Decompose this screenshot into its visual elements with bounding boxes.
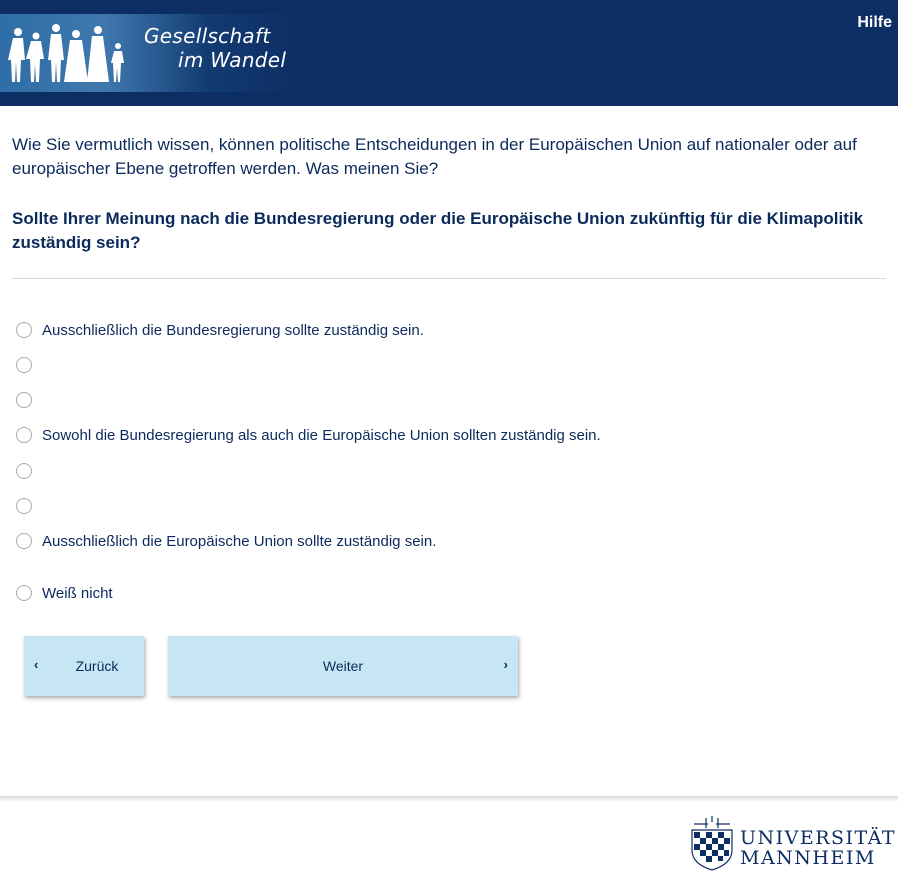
next-button-label: Weiter <box>322 658 364 674</box>
answer-option-6[interactable] <box>16 494 716 518</box>
chevron-left-icon: ‹ <box>34 657 39 672</box>
logo-text-line1: Gesellschaft <box>144 24 271 48</box>
radio-button[interactable] <box>16 498 32 514</box>
answer-option-label: Ausschließlich die Bundesregierung sollt… <box>42 321 424 339</box>
logo-text-line2: im Wandel <box>178 48 287 72</box>
answer-option-1[interactable]: Ausschließlich die Bundesregierung sollt… <box>16 318 716 342</box>
gesellschaft-im-wandel-logo: Gesellschaft im Wandel <box>0 14 300 92</box>
back-button[interactable]: ‹ Zurück <box>24 636 144 696</box>
answer-option-2[interactable] <box>16 353 716 377</box>
chevron-right-icon: › <box>503 657 508 672</box>
answer-option-dont-know[interactable]: Weiß nicht <box>16 581 716 605</box>
answer-option-5[interactable] <box>16 459 716 483</box>
divider <box>12 278 886 279</box>
answer-option-3[interactable] <box>16 388 716 412</box>
university-name: UNIVERSITÄT MANNHEIM <box>740 828 896 868</box>
help-link[interactable]: Hilfe <box>857 14 892 32</box>
radio-button[interactable] <box>16 533 32 549</box>
back-button-label: Zurück <box>75 658 119 674</box>
answer-option-label: Sowohl die Bundesregierung als auch die … <box>42 426 601 444</box>
answer-option-label: Weiß nicht <box>42 584 113 602</box>
people-silhouettes-icon <box>8 24 124 82</box>
radio-button[interactable] <box>16 585 32 601</box>
radio-button[interactable] <box>16 392 32 408</box>
radio-button[interactable] <box>16 357 32 373</box>
university-name-line1: UNIVERSITÄT <box>740 827 897 849</box>
radio-button[interactable] <box>16 322 32 338</box>
universitaet-mannheim-logo: UNIVERSITÄT MANNHEIM <box>686 814 895 874</box>
footer-divider <box>0 796 898 802</box>
next-button[interactable]: Weiter › <box>168 636 518 696</box>
page-header: Gesellschaft im Wandel Hilfe <box>0 0 898 106</box>
answer-option-7[interactable]: Ausschließlich die Europäische Union sol… <box>16 529 716 553</box>
question-text: Sollte Ihrer Meinung nach die Bundesregi… <box>12 209 864 252</box>
university-crest-icon <box>691 816 733 871</box>
university-name-line2: MANNHEIM <box>740 847 876 869</box>
answer-option-4[interactable]: Sowohl die Bundesregierung als auch die … <box>16 423 716 447</box>
answer-option-label: Ausschließlich die Europäische Union sol… <box>42 532 437 550</box>
radio-button[interactable] <box>16 463 32 479</box>
intro-text: Wie Sie vermutlich wissen, können politi… <box>12 135 857 178</box>
radio-button[interactable] <box>16 427 32 443</box>
